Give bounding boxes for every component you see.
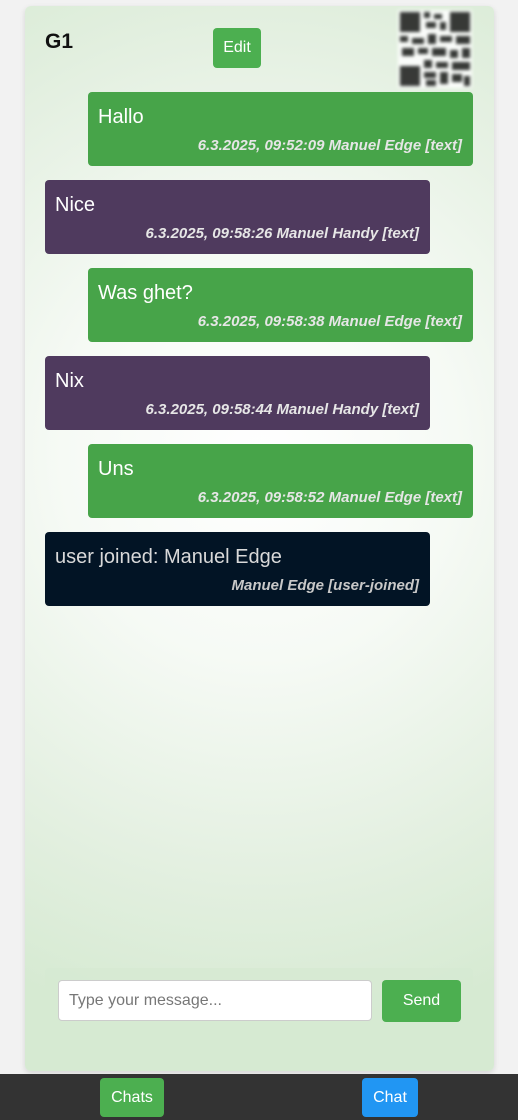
bottom-nav: Chats Chat (0, 1074, 518, 1120)
message-meta: Manuel Edge [user-joined] (231, 577, 419, 594)
message-input[interactable] (58, 980, 372, 1021)
message-text: user joined: Manuel Edge (55, 546, 282, 568)
message-meta: 6.3.2025, 09:52:09 Manuel Edge [text] (197, 137, 462, 154)
message-own: Was ghet? 6.3.2025, 09:58:38 Manuel Edge… (88, 268, 473, 342)
send-button[interactable]: Send (382, 980, 461, 1022)
nav-chat-button[interactable]: Chat (362, 1078, 418, 1117)
message-text: Was ghet? (98, 282, 193, 304)
message-composer: Send (45, 968, 473, 1034)
message-other: Nice 6.3.2025, 09:58:26 Manuel Handy [te… (45, 180, 430, 254)
message-text: Nice (55, 194, 96, 216)
message-system: user joined: Manuel Edge Manuel Edge [us… (45, 532, 430, 606)
message-text: Hallo (98, 106, 144, 128)
message-meta: 6.3.2025, 09:58:52 Manuel Edge [text] (197, 489, 462, 506)
nav-chats-button[interactable]: Chats (100, 1078, 164, 1117)
message-other: Nix 6.3.2025, 09:58:44 Manuel Handy [tex… (45, 356, 430, 430)
chat-title: G1 (45, 30, 74, 53)
message-meta: 6.3.2025, 09:58:44 Manuel Handy [text] (145, 401, 419, 418)
message-text: Nix (55, 370, 84, 392)
qr-code-icon[interactable] (398, 10, 472, 88)
message-own: Hallo 6.3.2025, 09:52:09 Manuel Edge [te… (88, 92, 473, 166)
message-own: Uns 6.3.2025, 09:58:52 Manuel Edge [text… (88, 444, 473, 518)
message-meta: 6.3.2025, 09:58:26 Manuel Handy [text] (145, 225, 419, 242)
edit-button[interactable]: Edit (213, 28, 261, 68)
chat-window: G1 Edit Hallo 6.3.2025, 09:52:09 Manuel … (25, 6, 494, 1071)
message-meta: 6.3.2025, 09:58:38 Manuel Edge [text] (197, 313, 462, 330)
message-text: Uns (98, 458, 134, 480)
